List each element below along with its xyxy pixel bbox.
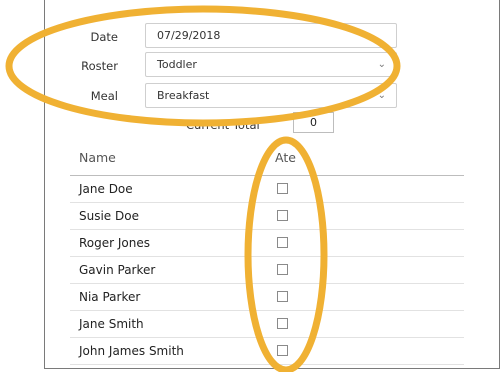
ate-checkbox[interactable] (277, 264, 288, 275)
ate-checkbox[interactable] (277, 318, 288, 329)
ate-checkbox[interactable] (277, 291, 288, 302)
roster-select[interactable]: Toddler ⌄ (145, 52, 397, 77)
table-row: Jane Doe (70, 176, 464, 203)
date-label: Date (90, 30, 119, 44)
student-name: Nia Parker (79, 290, 141, 304)
table-row: Jane Smith (70, 311, 464, 338)
student-name: Jane Doe (79, 182, 133, 196)
chevron-down-icon: ⌄ (377, 90, 386, 101)
table-row: John James Smith (70, 338, 464, 365)
student-name: Roger Jones (79, 236, 151, 250)
ate-checkbox[interactable] (277, 183, 288, 194)
table-row: Gavin Parker (70, 257, 464, 284)
roster-value: Toddler (157, 58, 197, 71)
name-column-header: Name (79, 150, 116, 165)
table-row: Roger Jones (70, 230, 464, 257)
student-name: Jane Smith (79, 317, 144, 331)
date-field[interactable]: 07/29/2018 (145, 23, 397, 48)
meal-value: Breakfast (157, 89, 210, 102)
student-name: Susie Doe (79, 209, 139, 223)
meal-label: Meal (90, 89, 118, 103)
table-row: Susie Doe (70, 203, 464, 230)
table-row: Nia Parker (70, 284, 464, 311)
roster-label: Roster (81, 59, 118, 73)
student-name: John James Smith (79, 344, 184, 358)
ate-column-header: Ate (275, 150, 296, 165)
ate-checkbox[interactable] (277, 345, 288, 356)
ate-checkbox[interactable] (277, 237, 288, 248)
screenshot-root: Date 07/29/2018 Roster Toddler ⌄ Meal Br… (0, 0, 503, 372)
meal-select[interactable]: Breakfast ⌄ (145, 83, 397, 108)
date-value: 07/29/2018 (157, 29, 221, 42)
chevron-down-icon: ⌄ (377, 59, 386, 70)
student-name: Gavin Parker (79, 263, 156, 277)
ate-checkbox[interactable] (277, 210, 288, 221)
current-total-field[interactable]: 0 (293, 112, 334, 133)
